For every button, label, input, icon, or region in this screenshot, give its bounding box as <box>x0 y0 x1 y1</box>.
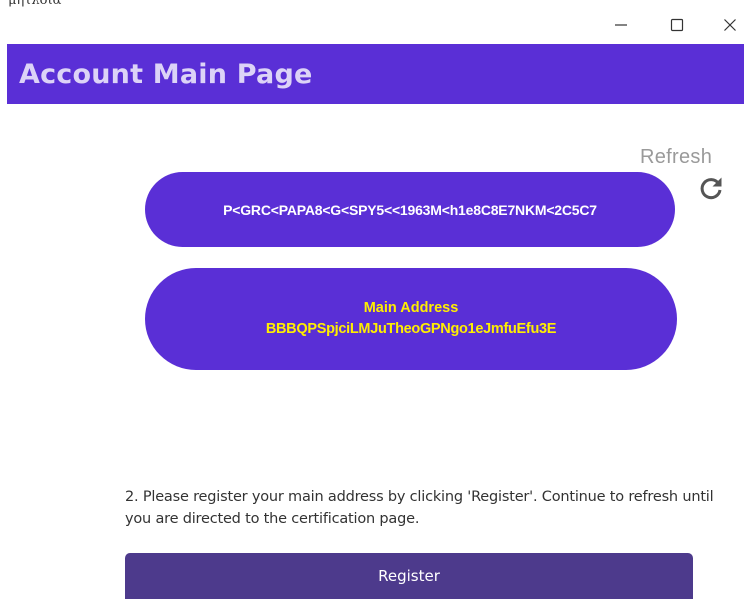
refresh-button[interactable] <box>697 174 725 202</box>
main-address-value: BBBQPSpjciLMJuTheoGPNgo1eJmfuEfu3E <box>265 321 557 337</box>
close-icon <box>724 19 736 31</box>
mrz-display: P<GRC<PAPA8<G<SPY5<<1963M<h1e8C8E7NKM<2C… <box>145 172 675 247</box>
refresh-label[interactable]: Refresh <box>640 146 712 169</box>
close-button[interactable] <box>715 12 744 38</box>
maximize-icon <box>670 18 684 32</box>
mrz-text: P<GRC<PAPA8<G<SPY5<<1963M<h1e8C8E7NKM<2C… <box>223 201 597 218</box>
page-title: Account Main Page <box>19 58 313 90</box>
main-address-display: Main Address BBBQPSpjciLMJuTheoGPNgo1eJm… <box>145 268 677 370</box>
register-button[interactable]: Register <box>125 553 693 599</box>
maximize-button[interactable] <box>662 12 692 38</box>
refresh-icon <box>700 177 722 200</box>
app-name: μητλοιά <box>8 0 62 8</box>
instructions-text: 2. Please register your main address by … <box>125 489 714 527</box>
minimize-button[interactable] <box>606 12 636 38</box>
minimize-icon <box>615 24 627 26</box>
page-header: Account Main Page <box>7 44 744 104</box>
main-address-label: Main Address <box>363 300 459 316</box>
